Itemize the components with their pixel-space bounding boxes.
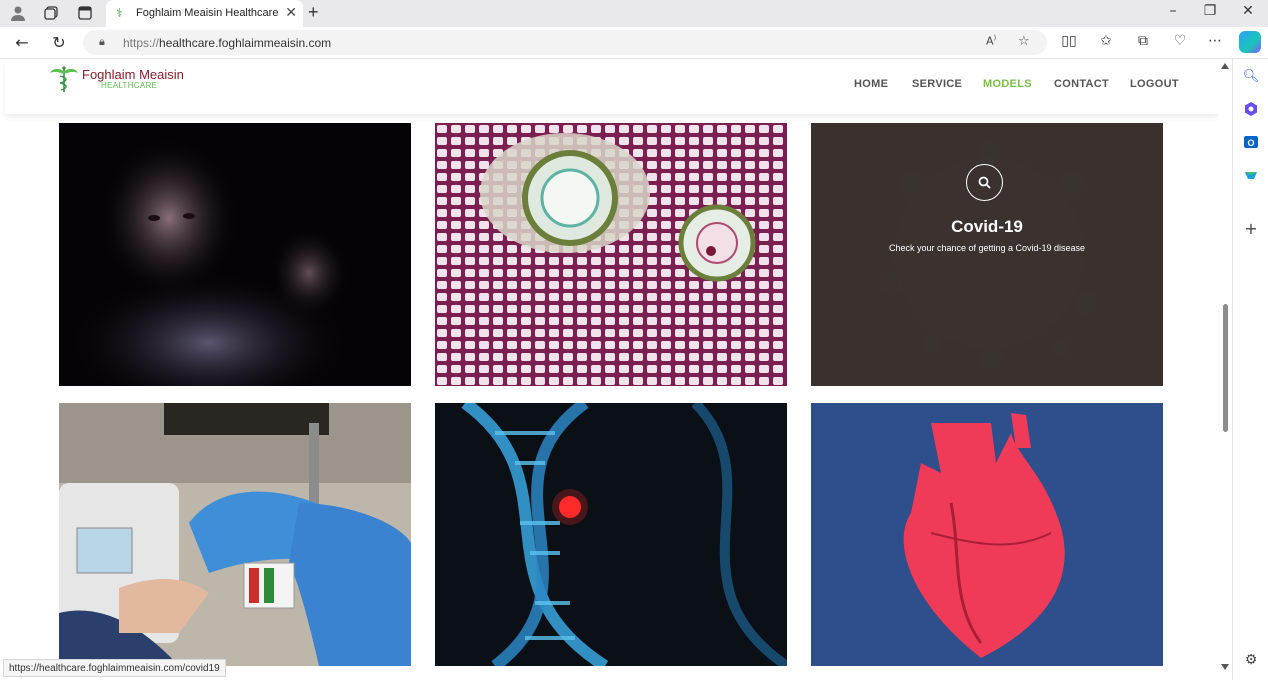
restore-icon[interactable]: ❐	[1200, 3, 1220, 19]
favorite-star-icon[interactable]: ☆	[1018, 34, 1030, 49]
outlook-icon[interactable]: O	[1242, 133, 1260, 151]
tab-title: Foghlaim Meaisin Healthcare	[136, 7, 279, 19]
model-card-dna[interactable]	[435, 403, 787, 666]
read-aloud-icon[interactable]: A)	[986, 34, 996, 48]
nav-logout[interactable]: LOGOUT	[1130, 78, 1179, 90]
nav-service[interactable]: SERVICE	[912, 78, 962, 90]
nav-models[interactable]: MODELS	[983, 78, 1032, 90]
lab-test-image	[59, 403, 411, 666]
model-card-heart[interactable]	[811, 403, 1163, 666]
model-card-cell-microscopy[interactable]	[435, 123, 787, 386]
lock-icon[interactable]: 🔒︎	[99, 35, 105, 49]
page-scrollbar[interactable]	[1219, 59, 1232, 680]
back-icon[interactable]: ←	[12, 33, 32, 52]
brand-name[interactable]: Foghlaim Meaisin	[82, 67, 184, 82]
model-card-covid[interactable]: Covid-19 Check your chance of getting a …	[811, 123, 1163, 386]
edge-sidebar: 🔍︎ O + ⚙	[1232, 59, 1268, 680]
refresh-icon[interactable]: ↻	[49, 33, 69, 52]
model-card-lab-test[interactable]	[59, 403, 411, 666]
more-options-icon[interactable]: ⋯	[1205, 33, 1225, 49]
scroll-up-arrow-icon[interactable]	[1221, 63, 1229, 69]
card-hover-overlay	[811, 123, 1163, 386]
dark-portrait-image	[59, 123, 411, 386]
address-toolbar: ← ↻ 🔒︎ https://healthcare.foghlaimmeaisi…	[0, 27, 1268, 59]
scrollbar-thumb[interactable]	[1223, 304, 1228, 432]
active-tab[interactable]: ⚕ Foghlaim Meaisin Healthcare ✕	[106, 0, 303, 27]
svg-text:O: O	[1247, 138, 1254, 148]
site-header: Foghlaim Meaisin HEALTHCARE HOME SERVICE…	[5, 59, 1219, 114]
nav-home[interactable]: HOME	[854, 78, 888, 90]
nav-contact[interactable]: CONTACT	[1054, 78, 1109, 90]
url-text: https://healthcare.foghlaimmeaisin.com	[123, 36, 332, 50]
anatomical-heart-image	[811, 403, 1163, 666]
card-description: Check your chance of getting a Covid-19 …	[888, 243, 1086, 253]
copilot-icon[interactable]	[1239, 31, 1261, 53]
search-icon[interactable]: 🔍︎	[1242, 67, 1260, 85]
add-sidebar-app-icon[interactable]: +	[1242, 219, 1260, 238]
caduceus-favicon-icon: ⚕	[116, 6, 123, 20]
new-tab-icon[interactable]: +	[308, 2, 319, 23]
magnifier-search-icon[interactable]	[966, 164, 1003, 201]
model-card-dark-portrait[interactable]	[59, 123, 411, 386]
cell-microscopy-image	[435, 123, 787, 386]
browser-tab-bar: ⚕ Foghlaim Meaisin Healthcare ✕ + – ❐ ✕	[0, 0, 1268, 27]
profile-icon[interactable]	[8, 4, 28, 22]
dna-helix-image	[435, 403, 787, 666]
caduceus-logo-icon[interactable]	[49, 65, 79, 93]
link-status-bar: https://healthcare.foghlaimmeaisin.com/c…	[3, 659, 226, 677]
sidebar-settings-gear-icon[interactable]: ⚙	[1242, 651, 1260, 669]
browser-essentials-icon[interactable]: ♡	[1170, 33, 1190, 49]
collections-icon[interactable]: ⧉	[1133, 33, 1153, 49]
favorites-icon[interactable]: ✩	[1096, 33, 1116, 49]
close-tab-icon[interactable]: ✕	[285, 4, 297, 21]
address-bar[interactable]: 🔒︎ https://healthcare.foghlaimmeaisin.co…	[83, 30, 1047, 55]
scroll-down-arrow-icon[interactable]	[1221, 664, 1229, 670]
close-window-icon[interactable]: ✕	[1238, 3, 1258, 19]
minimize-icon[interactable]: –	[1163, 3, 1183, 19]
brand-subtitle: HEALTHCARE	[101, 81, 158, 90]
games-icon[interactable]	[1242, 166, 1260, 184]
workspaces-icon[interactable]	[41, 4, 61, 22]
card-title: Covid-19	[951, 217, 1023, 236]
split-screen-icon[interactable]: ▯▯	[1059, 33, 1079, 49]
copilot-apps-icon[interactable]	[1242, 100, 1260, 118]
vertical-tabs-icon[interactable]	[75, 4, 95, 22]
web-page: Foghlaim Meaisin HEALTHCARE HOME SERVICE…	[0, 59, 1219, 680]
